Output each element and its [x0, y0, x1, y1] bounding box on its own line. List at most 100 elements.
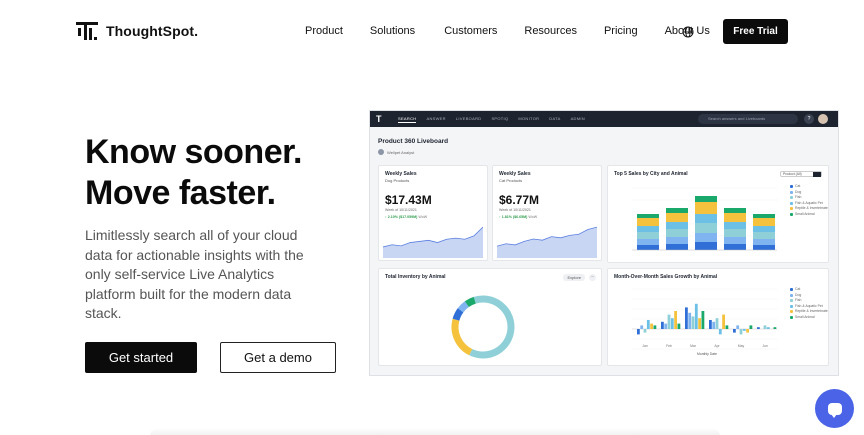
dash-tab-liveboard[interactable]: LIVEBOARD [456, 116, 482, 123]
bar-segment [666, 229, 688, 237]
card-title: Total Inventory by Animal [385, 274, 446, 280]
bar [725, 325, 729, 329]
card-title: Weekly Sales [499, 171, 531, 177]
x-tick-label: Jan [642, 344, 648, 348]
bar [643, 329, 647, 333]
bar-segment [753, 232, 775, 239]
dash-tab-answer[interactable]: ANSWER [426, 116, 445, 123]
bar [650, 323, 653, 329]
card-week: Week of 10/11/2021 [385, 208, 417, 212]
x-tick-label: Jun [762, 344, 768, 348]
nav-item-product[interactable]: Product [305, 25, 343, 37]
nav-item-customers[interactable]: Customers [444, 25, 497, 37]
explore-button[interactable]: Explore [563, 274, 585, 281]
bar-segment [695, 223, 717, 233]
x-tick-label: Feb [666, 344, 672, 348]
bar [664, 323, 668, 329]
bar [757, 327, 760, 329]
product-filter-dropdown[interactable]: Product (All) [780, 171, 822, 177]
bar [698, 318, 701, 329]
dashboard-topbar: T SEARCH ANSWER LIVEBOARD SPOTIQ MONITOR… [370, 111, 838, 127]
bar [640, 325, 644, 329]
page-section-edge [150, 428, 720, 435]
card-mom-growth[interactable]: Month-Over-Month Sales Growth by Animal … [607, 268, 829, 366]
globe-icon[interactable] [682, 26, 694, 38]
more-icon[interactable]: ··· [589, 274, 596, 281]
bar-segment [695, 233, 717, 242]
bar [685, 307, 688, 329]
bar [746, 329, 749, 333]
bar [667, 314, 671, 329]
grouped-bar-chart: Jan Feb Mar Apr May Jun Monthly Date [632, 288, 777, 356]
card-dog-sales[interactable]: Weekly Sales Dog Products $17.43M Week o… [378, 165, 488, 261]
bar-segment [753, 218, 775, 226]
bar [674, 311, 677, 329]
bar-segment [724, 208, 746, 213]
donut-slice [464, 296, 476, 308]
bar [694, 303, 698, 329]
bar [773, 327, 777, 329]
bar [715, 318, 719, 329]
bar [653, 325, 657, 329]
bar-segment [666, 244, 688, 250]
bar [701, 311, 705, 329]
donut-chart [451, 295, 515, 359]
card-cat-sales[interactable]: Weekly Sales Cat Products $6.77M Week of… [492, 165, 602, 261]
bar-segment [753, 239, 775, 245]
bar-segment [753, 245, 775, 250]
bar-segment [753, 214, 775, 218]
x-tick-label: May [738, 344, 745, 348]
bar-segment [637, 239, 659, 245]
thoughtspot-logo-icon [76, 20, 98, 42]
donut-slice [451, 318, 473, 356]
bar-segment [695, 196, 717, 202]
sparkline-dog [383, 226, 483, 258]
bar-segment [637, 218, 659, 226]
bar [739, 329, 743, 335]
bar-segment [637, 214, 659, 218]
card-subtitle: Dog Products [385, 178, 410, 183]
free-trial-button[interactable]: Free Trial [723, 19, 788, 44]
card-change: ↑ 1.81% ($6.65M) WoW [499, 215, 538, 219]
bar-segment [695, 202, 717, 214]
dash-tab-data[interactable]: DATA [549, 116, 560, 123]
x-tick-label: Mar [690, 344, 697, 348]
get-a-demo-button[interactable]: Get a demo [220, 342, 336, 373]
nav-item-solutions[interactable]: Solutions [370, 25, 415, 37]
get-started-button[interactable]: Get started [85, 342, 197, 373]
author-avatar [378, 149, 384, 155]
bar-segment [637, 232, 659, 239]
stacked-bar-chart [632, 187, 777, 251]
bar-segment [724, 237, 746, 244]
dash-tab-spotiq[interactable]: SPOTIQ [491, 116, 508, 123]
dashboard-search-input[interactable]: Search answers and Liveboards [698, 114, 798, 124]
nav-item-pricing[interactable]: Pricing [604, 25, 638, 37]
nav-item-resources[interactable]: Resources [524, 25, 577, 37]
hero-headline: Know sooner. Move faster. [85, 132, 302, 214]
brand-logo[interactable]: ThoughtSpot. [76, 20, 198, 42]
hero-headline-line1: Know sooner. [85, 133, 302, 171]
brand-name: ThoughtSpot. [106, 23, 199, 39]
chat-button[interactable] [815, 389, 854, 428]
card-inventory[interactable]: Total Inventory by Animal Explore ··· [378, 268, 602, 366]
card-value: $6.77M [499, 193, 540, 207]
chat-bubble-icon [827, 402, 842, 418]
dash-tab-search[interactable]: SEARCH [398, 116, 417, 123]
bar [722, 314, 725, 329]
legend-item: Small Animal [790, 315, 828, 321]
card-title: Month-Over-Month Sales Growth by Animal [614, 274, 718, 280]
card-top5-sales[interactable]: Top 5 Sales by City and Animal Product (… [607, 165, 829, 263]
bar [718, 329, 722, 335]
dash-tab-monitor[interactable]: MONITOR [518, 116, 539, 123]
bar [646, 320, 650, 329]
bar [709, 320, 712, 329]
bar-segment [637, 245, 659, 250]
help-icon[interactable]: ? [804, 114, 814, 124]
dashboard-tabs: SEARCH ANSWER LIVEBOARD SPOTIQ MONITOR D… [398, 116, 585, 123]
bar-segment [666, 208, 688, 213]
bar [736, 325, 740, 329]
avatar[interactable] [818, 114, 828, 124]
dash-tab-admin[interactable]: ADMIN [571, 116, 585, 123]
bar [688, 312, 692, 329]
bar [637, 329, 640, 335]
